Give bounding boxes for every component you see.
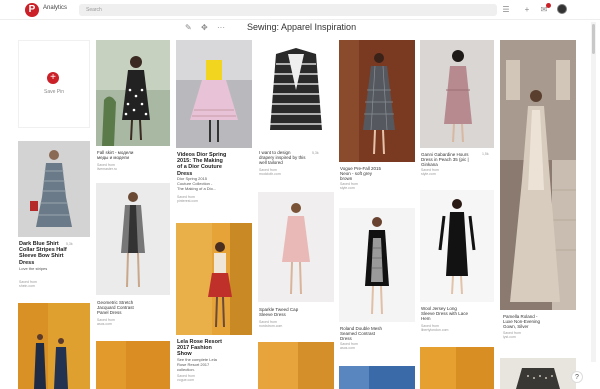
pin-title[interactable]: Vogue Pre-Fall 2015 Neon - soft grey bro…: [340, 166, 381, 182]
pin-image-lela-rose-resort[interactable]: [176, 223, 252, 335]
pin-image-pink-wrap-dress[interactable]: [420, 40, 494, 148]
pin-source[interactable]: Saved from shein.com: [19, 280, 37, 288]
pin-source[interactable]: Saved from style.com: [340, 182, 358, 190]
pin-image-orange-scene[interactable]: [258, 342, 334, 389]
pin-source[interactable]: Saved from nordstrom.com: [259, 320, 282, 328]
pin-source[interactable]: Saved from lyst.com: [503, 331, 521, 339]
pin-image-orange-bottom[interactable]: [420, 347, 494, 389]
pin-image-plaid-dress[interactable]: [339, 40, 415, 162]
pin-source[interactable]: Saved from vogue.com: [177, 374, 195, 382]
pin-image-embellished-gown[interactable]: [500, 358, 576, 389]
pin-description: Love the stripes: [19, 266, 48, 271]
search-input[interactable]: Search: [79, 4, 497, 16]
pin-image-mesh-contrast-dress[interactable]: [339, 208, 415, 322]
pin-source[interactable]: Saved from asos.com: [340, 342, 358, 350]
pin-image-orange-wall[interactable]: [96, 341, 170, 389]
pin-source[interactable]: Saved from asos.com: [97, 318, 115, 326]
add-pin-button[interactable]: +: [47, 72, 59, 84]
pin-title[interactable]: Wool Jersey Long Sleeve Dress with Lace …: [421, 306, 468, 322]
notification-badge: [546, 3, 551, 8]
more-dots-icon[interactable]: ···: [217, 23, 225, 32]
pin-source[interactable]: Saved from pinterest.com: [177, 195, 198, 203]
plus-icon[interactable]: +: [521, 4, 533, 16]
pin-source[interactable]: Saved from libertylondon.com: [421, 324, 448, 332]
pin-image-pink-tweed-dress[interactable]: [258, 192, 334, 302]
pin-title[interactable]: Sparkle Tweed Cap Sleeve Dress: [259, 307, 298, 317]
menu-icon[interactable]: ☰: [500, 4, 512, 16]
pin-image-dior-couture-dress[interactable]: [176, 40, 252, 148]
scrollbar-thumb[interactable]: [592, 24, 595, 54]
pinterest-logo-icon[interactable]: P: [25, 3, 39, 17]
save-pin-card[interactable]: [18, 40, 90, 128]
pin-image-black-lace-dress[interactable]: [420, 190, 494, 302]
pin-title[interactable]: Roland Double Mesh Seamed Contrast Dress: [340, 326, 382, 342]
avatar[interactable]: [557, 4, 567, 14]
repin-count: 5,3k: [312, 151, 319, 155]
pin-source[interactable]: Saved from modcloth.com: [259, 168, 281, 176]
help-icon[interactable]: ?: [571, 371, 583, 383]
edit-pencil-icon[interactable]: ✎: [185, 23, 192, 32]
repin-count: 1,5k: [482, 152, 489, 156]
pin-image-silver-gown[interactable]: [500, 40, 576, 310]
pin-title[interactable]: Geometric Stretch Jacquard Contrast Pane…: [97, 300, 134, 316]
pin-description: See the complete Lela Rose Resort 2017 c…: [177, 357, 217, 372]
pin-image-lela-rose-group[interactable]: [18, 303, 90, 389]
scrollbar-track[interactable]: [591, 22, 596, 362]
pin-title[interactable]: Lela Rose Resort 2017 Fashion Show: [177, 339, 222, 358]
pin-image-geometric-panel-dress[interactable]: [96, 183, 170, 295]
pin-source[interactable]: Saved from livemaster.ru: [97, 163, 117, 171]
pin-title[interactable]: Videos Dior Spring 2015: The Making of a…: [177, 152, 226, 177]
pin-title[interactable]: Dark Blue Shirt Collar Stripes Half Slee…: [19, 241, 67, 266]
pin-image-striped-jacket[interactable]: [258, 40, 334, 146]
pin-source[interactable]: Saved from style.com: [421, 168, 439, 176]
pin-image-polka-dot-dress[interactable]: [96, 40, 170, 146]
board-title: Sewing: Apparel Inspiration: [247, 22, 357, 32]
pin-title[interactable]: Pamella Roland - Luxe Non-Evening Gown, …: [503, 314, 540, 330]
repin-count: 5,3k: [66, 242, 73, 246]
pin-title[interactable]: Ganni Gabardine Hours Dress in Peach 35 …: [421, 152, 469, 168]
app-title-link[interactable]: Analytics: [43, 5, 67, 11]
move-icon[interactable]: ✥: [201, 23, 208, 32]
pin-image-striped-dress[interactable]: [18, 141, 90, 237]
pin-title[interactable]: Fall skirt - модели меды и модели: [97, 150, 133, 160]
pin-title[interactable]: I want to design drapery inspired by thi…: [259, 150, 306, 166]
pin-description: Dior Spring 2015 Couture Collection - Th…: [177, 176, 217, 191]
pin-image-blue-scene[interactable]: [339, 366, 415, 389]
save-pin-label: Save Pin: [43, 89, 64, 95]
top-navigation-bar: P Analytics Search ☰ + ✉: [0, 0, 600, 20]
